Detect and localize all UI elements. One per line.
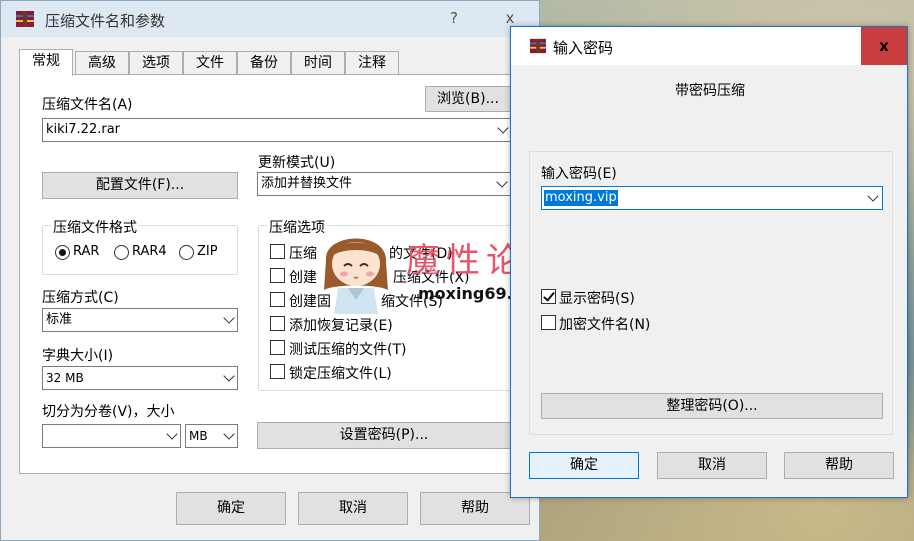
tab-general[interactable]: 常规 [19,49,73,76]
password-dialog: 输入密码 x 带密码压缩 输入密码(E) moxing.vip 显示密码(S) … [510,26,908,498]
password-value: moxing.vip [544,190,618,206]
option-sfx-label: 创建 [289,270,317,286]
option-lock-checkbox[interactable] [270,364,285,379]
option-solid-checkbox[interactable] [270,292,285,307]
title-bar[interactable]: 压缩文件名和参数 ? x [1,1,539,37]
chevron-down-icon [223,370,235,382]
radio-zip[interactable] [179,245,194,260]
encrypt-names-checkbox[interactable] [541,315,556,330]
password-title-bar[interactable]: 输入密码 x [511,27,907,65]
ok-button[interactable]: 确定 [176,492,286,525]
password-input[interactable]: moxing.vip [541,186,883,210]
chevron-down-icon[interactable] [867,190,879,202]
option-sfx-checkbox[interactable] [270,268,285,283]
method-value: 标准 [46,312,73,327]
option-recovery-checkbox[interactable] [270,316,285,331]
option-test-label: 测试压缩的文件(T) [289,342,407,358]
dictionary-combo[interactable]: 32 MB [42,366,238,390]
format-group-title: 压缩文件格式 [51,217,139,237]
show-password-checkbox[interactable] [541,289,556,304]
update-mode-combo[interactable]: 添加并替换文件 [257,172,511,196]
cancel-button[interactable]: 取消 [298,492,408,525]
password-close-button[interactable]: x [861,27,907,65]
option-delete-checkbox[interactable] [270,244,285,259]
update-mode-label: 更新模式(U) [258,155,336,171]
format-group: 压缩文件格式 RAR RAR4 ZIP [42,217,238,275]
option-lock-label: 锁定压缩文件(L) [289,366,392,382]
radio-rar[interactable] [55,245,70,260]
tab-comment[interactable]: 注释 [345,51,399,75]
enter-password-label: 输入密码(E) [541,166,617,182]
password-ok-button[interactable]: 确定 [529,452,639,479]
radio-rar-label: RAR [73,244,100,259]
split-unit-value: MB [189,429,208,443]
tab-files[interactable]: 文件 [183,51,237,75]
watermark-mascot-icon [318,220,394,320]
password-window-title: 输入密码 [553,39,614,57]
split-size-combo[interactable] [42,424,181,448]
dictionary-label: 字典大小(I) [42,348,114,364]
option-delete-label: 压缩 [289,246,317,262]
tab-backup[interactable]: 备份 [237,51,291,75]
update-mode-value: 添加并替换文件 [261,176,353,191]
split-unit-combo[interactable]: MB [185,424,238,448]
radio-zip-label: ZIP [197,244,218,259]
chevron-down-icon [497,122,509,134]
option-test-checkbox[interactable] [270,340,285,355]
method-combo[interactable]: 标准 [42,308,238,332]
profiles-button[interactable]: 配置文件(F)... [42,172,238,199]
encrypt-names-label: 加密文件名(N) [559,317,651,333]
chevron-down-icon [223,312,235,324]
chevron-down-icon [223,428,235,440]
password-cancel-button[interactable]: 取消 [657,452,767,479]
chevron-down-icon [166,428,178,440]
chevron-down-icon [496,176,508,188]
tab-time[interactable]: 时间 [291,51,345,75]
winrar-icon [15,10,35,32]
method-label: 压缩方式(C) [42,290,119,306]
help-button[interactable]: ? [431,1,477,35]
dictionary-value: 32 MB [46,371,84,385]
winrar-icon [529,38,547,58]
split-label: 切分为分卷(V)，大小 [42,404,175,420]
archive-name-label: 压缩文件名(A) [42,97,133,113]
set-password-button[interactable]: 设置密码(P)... [257,422,511,449]
password-heading: 带密码压缩 [675,83,745,99]
radio-rar4-label: RAR4 [132,244,167,259]
organize-passwords-button[interactable]: 整理密码(O)... [541,393,883,419]
tab-advanced[interactable]: 高级 [75,51,129,75]
show-password-label: 显示密码(S) [559,291,635,307]
password-help-button[interactable]: 帮助 [784,452,894,479]
tab-options[interactable]: 选项 [129,51,183,75]
window-title: 压缩文件名和参数 [45,12,166,30]
radio-rar4[interactable] [114,245,129,260]
archive-name-combo[interactable]: kiki7.22.rar [42,118,512,142]
browse-button[interactable]: 浏览(B)... [425,86,511,112]
archive-name-value: kiki7.22.rar [46,122,121,137]
